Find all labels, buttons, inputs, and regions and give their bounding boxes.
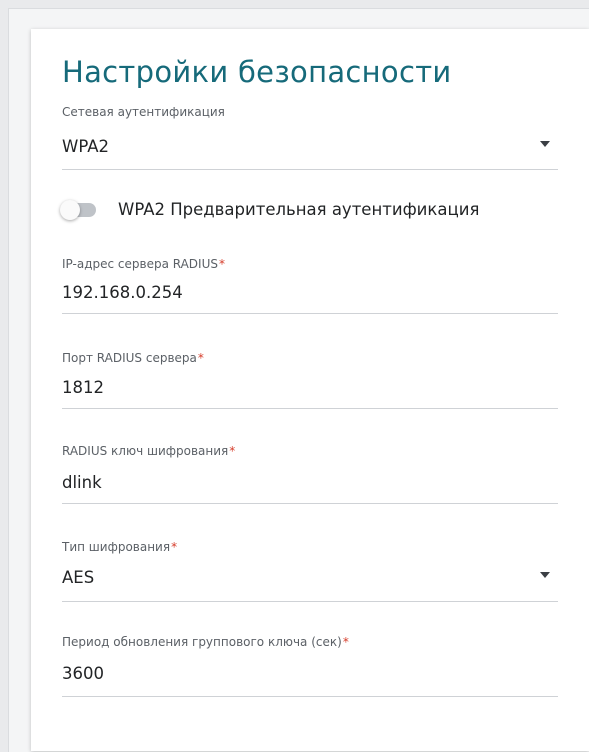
page-background: Настройки безопасности Сетевая аутентифи… [8, 8, 589, 752]
radius-key-field[interactable]: RADIUS ключ шифрования* dlink [62, 444, 558, 504]
cipher-label: Тип шифрования* [62, 540, 178, 554]
cipher-value: AES [62, 568, 95, 587]
preauth-toggle-label: WPA2 Предварительная аутентификация [118, 200, 480, 219]
required-mark: * [197, 351, 204, 365]
required-mark: * [218, 257, 225, 271]
preauth-toggle-row[interactable]: WPA2 Предварительная аутентификация [60, 199, 560, 221]
cipher-select[interactable]: Тип шифрования* AES [62, 540, 558, 602]
required-mark: * [229, 444, 236, 458]
radius-ip-label: IP-адрес сервера RADIUS* [62, 257, 225, 271]
radius-key-value[interactable]: dlink [62, 473, 102, 492]
page-title: Настройки безопасности [62, 55, 452, 89]
radius-port-field[interactable]: Порт RADIUS сервера* 1812 [62, 351, 558, 409]
security-settings-card: Настройки безопасности Сетевая аутентифи… [31, 29, 589, 751]
radius-port-label: Порт RADIUS сервера* [62, 351, 204, 365]
toggle-knob[interactable] [60, 200, 80, 220]
group-key-period-field[interactable]: Период обновления группового ключа (сек)… [62, 635, 558, 697]
radius-ip-field[interactable]: IP-адрес сервера RADIUS* 192.168.0.254 [62, 257, 558, 314]
radius-port-value[interactable]: 1812 [62, 378, 104, 397]
network-auth-label: Сетевая аутентификация [62, 105, 225, 119]
network-auth-value: WPA2 [62, 137, 109, 156]
required-mark: * [171, 540, 178, 554]
radius-ip-value[interactable]: 192.168.0.254 [62, 283, 183, 302]
preauth-toggle[interactable] [60, 200, 96, 220]
network-auth-select[interactable]: Сетевая аутентификация WPA2 [62, 105, 558, 170]
chevron-down-icon[interactable] [540, 572, 550, 578]
radius-key-label: RADIUS ключ шифрования* [62, 444, 236, 458]
group-key-period-label: Период обновления группового ключа (сек)… [62, 635, 349, 649]
required-mark: * [342, 635, 349, 649]
chevron-down-icon[interactable] [540, 141, 550, 147]
group-key-period-value[interactable]: 3600 [62, 664, 104, 683]
